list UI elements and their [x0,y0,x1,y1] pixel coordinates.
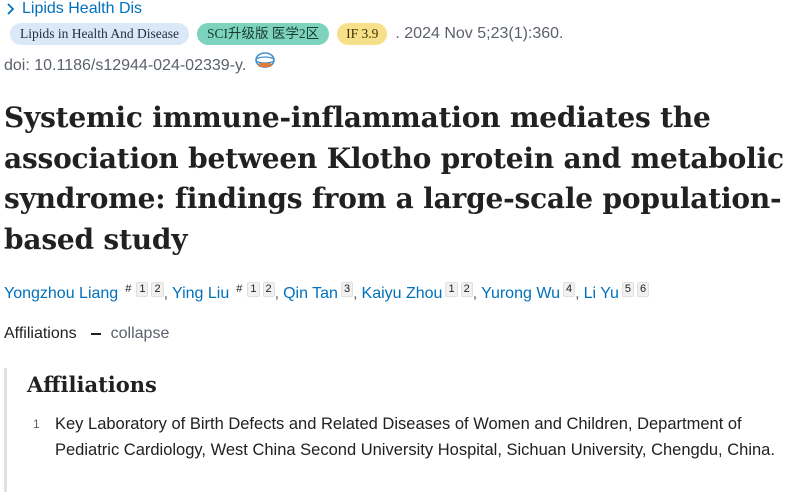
full-text-link-icon[interactable] [254,51,276,69]
affiliation-ref[interactable]: 1 [136,282,149,297]
author-link[interactable]: Yurong Wu [481,285,560,302]
author-list: Yongzhou Liang #1 2, Ying Liu #1 2, Qin Tan 3, K… [4,281,650,307]
affiliations-panel: Affiliations 1 Key Laboratory of Birth D… [4,368,790,492]
impact-factor-badge[interactable]: IF 3.9 [337,23,388,45]
journal-fullname-badge[interactable]: Lipids in Health And Disease [10,23,189,45]
article-title: Systemic immune-inflammation mediates th… [4,101,784,256]
author-separator: , [575,285,580,302]
affiliations-heading: Affiliations [27,372,157,397]
equal-contribution-mark: # [125,283,132,295]
author-link[interactable]: Qin Tan [283,285,338,302]
journal-badges: Lipids in Health And Disease SCI升级版 医学2区… [10,22,564,46]
author-link[interactable]: Kaiyu Zhou [362,285,443,302]
citation-text: . 2024 Nov 5;23(1):360. [395,25,564,42]
affiliation-ref[interactable]: 1 [445,282,458,297]
sci-rank-badge[interactable]: SCI升级版 医学2区 [196,23,330,45]
affiliation-item: 1 Key Laboratory of Birth Defects and Re… [33,412,790,463]
journal-link[interactable]: Lipids Health Dis [4,0,142,18]
collapse-link[interactable]: collapse [111,323,170,345]
doi-row: doi: 10.1186/s12944-024-02339-y. [4,52,276,77]
affiliation-ref[interactable]: 4 [563,282,576,297]
collapse-dash-icon [90,333,101,335]
affiliation-ref[interactable]: 3 [340,282,354,297]
author-separator: , [353,285,358,302]
affiliation-ref[interactable]: 2 [460,282,473,297]
author-link[interactable]: Yongzhou Liang [4,285,118,302]
affiliation-number: 1 [33,417,40,431]
affiliations-toggle[interactable]: Affiliations collapse [4,323,169,345]
doi-text: doi: 10.1186/s12944-024-02339-y. [4,57,247,74]
author-separator: , [274,285,280,302]
chevron-right-icon [7,3,15,15]
affiliation-text: Key Laboratory of Birth Defects and Rela… [55,415,775,459]
affiliation-ref[interactable]: 5 [621,282,635,297]
author-link[interactable]: Li Yu [584,285,619,302]
journal-name[interactable]: Lipids Health Dis [22,0,142,18]
affiliation-ref[interactable]: 2 [151,282,164,297]
affiliation-ref[interactable]: 1 [247,282,260,297]
affiliation-ref[interactable]: 6 [637,282,650,297]
affiliation-ref[interactable]: 2 [262,282,275,297]
author-separator: , [472,285,478,302]
author-link[interactable]: Ying Liu [172,285,229,302]
author-separator: , [163,285,169,302]
equal-contribution-mark: # [236,283,243,295]
affiliations-toggle-label[interactable]: Affiliations [4,323,77,345]
